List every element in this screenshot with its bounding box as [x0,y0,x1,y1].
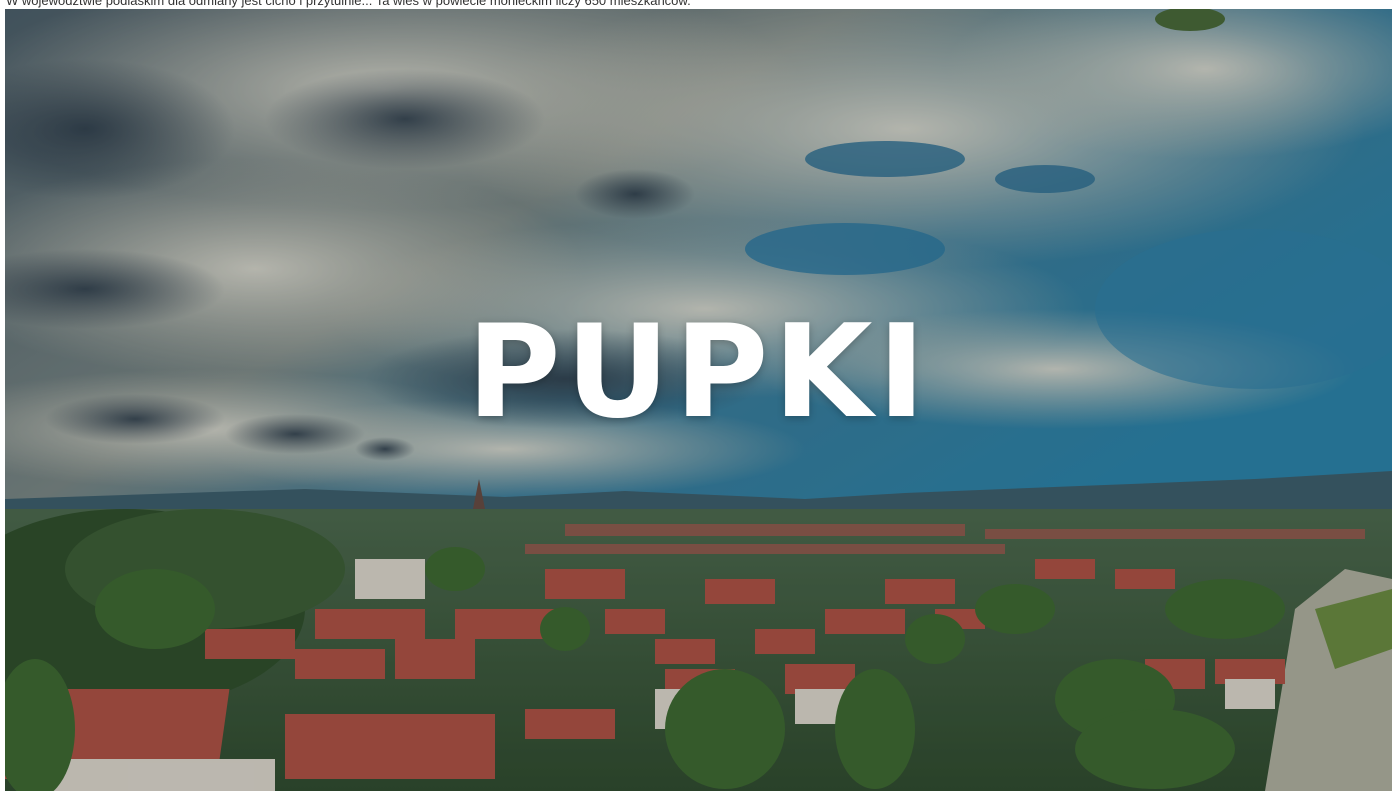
caption-text: W województwie podlaskim dla odmiany jes… [6,0,691,8]
village-name-title: PUPKI [466,298,931,447]
hero-image: PUPKI [5,9,1392,791]
